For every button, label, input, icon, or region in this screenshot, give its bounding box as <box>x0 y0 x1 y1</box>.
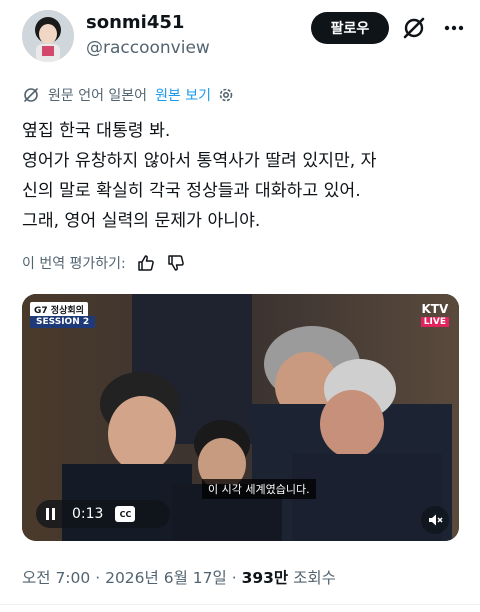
live-badge: LIVE <box>420 317 449 327</box>
broadcaster-name: KTV <box>421 302 449 316</box>
video-time: 0:13 <box>72 506 104 522</box>
tweet-line: 그래, 영어 실력의 문제가 아니야. <box>22 211 261 231</box>
thumbs-up-icon[interactable] <box>136 253 156 273</box>
rate-translation: 이 번역 평가하기: <box>22 252 186 274</box>
divider <box>0 604 480 605</box>
tweet-meta: 오전 7:00 · 2026년 6월 17일 · 393만 조회수 <box>22 566 336 588</box>
user-handle[interactable]: @raccoonview <box>86 38 210 58</box>
video-player[interactable]: G7 정상회의 SESSION 2 KTV LIVE 이 시각 세계였습니다. … <box>22 294 459 541</box>
session-label: SESSION 2 <box>30 316 96 328</box>
tweet-line: 신의 말로 확실히 각국 정상들과 대화하고 있어. <box>22 181 361 201</box>
thumbs-down-icon[interactable] <box>166 253 186 273</box>
tweet-line: 영어가 유창하지 않아서 통역사가 딸려 있지만, 자 <box>22 151 377 171</box>
pause-icon[interactable] <box>46 508 58 520</box>
show-original-link[interactable]: 원본 보기 <box>155 85 211 105</box>
cc-button[interactable]: CC <box>115 506 136 522</box>
follow-button[interactable]: 팔로우 <box>311 12 389 44</box>
grok-icon[interactable] <box>400 14 428 42</box>
views-count: 393만 <box>241 569 289 587</box>
translation-source-language: 원문 언어 일본어 <box>48 88 148 104</box>
translation-notice: 원문 언어 일본어 원본 보기 <box>22 84 235 106</box>
broadcast-title: G7 정상회의 <box>30 302 88 317</box>
translate-icon <box>24 88 38 102</box>
avatar[interactable] <box>22 10 74 62</box>
tweet-time[interactable]: 오전 7:00 <box>22 569 90 587</box>
video-controls: 0:13 CC <box>36 500 170 528</box>
broadcaster-logo: KTV LIVE <box>420 302 449 327</box>
meta-separator: · <box>231 569 237 587</box>
tweet-header: sonmi451 @raccoonview 팔로우 <box>0 0 480 74</box>
video-subtitle: 이 시각 세계였습니다. <box>202 479 316 499</box>
gear-icon[interactable] <box>217 86 235 104</box>
mute-icon[interactable] <box>421 506 449 534</box>
tweet-line: 옆집 한국 대통령 봐. <box>22 121 171 141</box>
tweet-date[interactable]: 2026년 6월 17일 <box>105 569 227 587</box>
more-icon[interactable] <box>440 14 468 42</box>
views-label: 조회수 <box>293 569 336 587</box>
tweet-text: 옆집 한국 대통령 봐. 영어가 유창하지 않아서 통역사가 딸려 있지만, 자… <box>22 116 462 236</box>
display-name[interactable]: sonmi451 <box>86 12 184 33</box>
meta-separator: · <box>95 569 101 587</box>
rate-translation-label: 이 번역 평가하기: <box>22 256 126 272</box>
avatar-photo-icon <box>22 10 74 62</box>
